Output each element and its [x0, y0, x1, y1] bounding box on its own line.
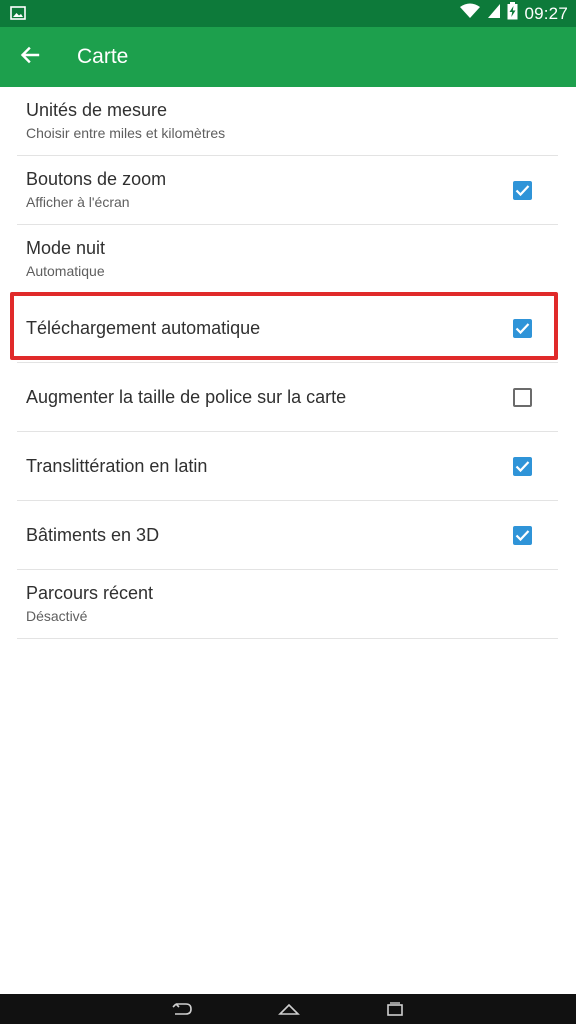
setting-title: Augmenter la taille de police sur la car…: [26, 387, 347, 407]
status-bar: 09:27: [0, 0, 576, 27]
auto-download-checkbox[interactable]: [513, 319, 532, 338]
nav-recents-button[interactable]: [383, 999, 407, 1019]
arrow-back-icon: [20, 45, 40, 70]
page-title: Carte: [77, 45, 129, 68]
setting-title: Boutons de zoom: [26, 169, 167, 189]
checkmark-icon: [515, 461, 530, 473]
3d-buildings-checkbox[interactable]: [513, 526, 532, 545]
setting-title: Bâtiments en 3D: [26, 525, 160, 545]
settings-list: Unités de mesure Choisir entre miles et …: [17, 87, 558, 639]
setting-subtitle: Désactivé: [26, 608, 88, 624]
setting-units[interactable]: Unités de mesure Choisir entre miles et …: [17, 87, 558, 156]
checkmark-icon: [515, 530, 530, 542]
font-size-checkbox[interactable]: [513, 388, 532, 407]
wifi-icon: [459, 3, 481, 24]
checkmark-icon: [515, 185, 530, 197]
setting-subtitle: Choisir entre miles et kilomètres: [26, 125, 226, 141]
app-bar: Carte: [0, 27, 576, 87]
nav-home-button[interactable]: [277, 999, 301, 1019]
nav-home-icon: [278, 1003, 300, 1015]
setting-subtitle: Automatique: [26, 263, 105, 279]
nav-back-icon: [172, 1003, 192, 1015]
setting-title: Parcours récent: [26, 583, 154, 603]
setting-subtitle: Afficher à l'écran: [26, 194, 130, 210]
setting-3d-buildings[interactable]: Bâtiments en 3D: [17, 501, 558, 570]
status-time: 09:27: [524, 3, 568, 23]
back-button[interactable]: [12, 39, 48, 75]
setting-title: Téléchargement automatique: [26, 318, 261, 338]
setting-recent-track[interactable]: Parcours récent Désactivé: [17, 570, 558, 639]
setting-zoom-buttons[interactable]: Boutons de zoom Afficher à l'écran: [17, 156, 558, 225]
checkmark-icon: [515, 323, 530, 335]
setting-title: Unités de mesure: [26, 100, 168, 120]
setting-transliteration[interactable]: Translittération en latin: [17, 432, 558, 501]
setting-title: Mode nuit: [26, 238, 106, 258]
status-icons: 09:27: [459, 0, 568, 27]
setting-auto-download[interactable]: Téléchargement automatique: [17, 294, 558, 363]
nav-bar: [0, 994, 576, 1024]
transliteration-checkbox[interactable]: [513, 457, 532, 476]
nav-back-button[interactable]: [170, 999, 194, 1019]
nav-recents-icon: [387, 1002, 403, 1016]
setting-night-mode[interactable]: Mode nuit Automatique: [17, 225, 558, 294]
image-icon: [10, 6, 26, 20]
battery-charging-icon: [507, 2, 518, 25]
zoom-buttons-checkbox[interactable]: [513, 181, 532, 200]
setting-font-size[interactable]: Augmenter la taille de police sur la car…: [17, 363, 558, 432]
setting-title: Translittération en latin: [26, 456, 208, 476]
signal-icon: [487, 3, 501, 24]
